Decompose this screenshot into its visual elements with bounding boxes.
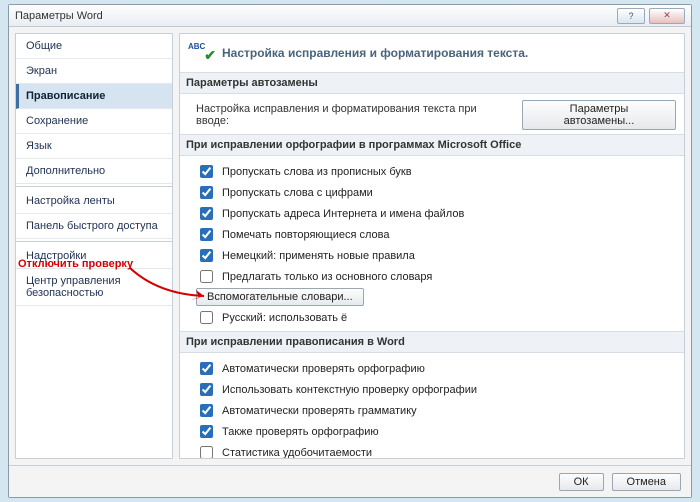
sidebar-item-general[interactable]: Общие xyxy=(16,34,172,59)
close-button[interactable]: ✕ xyxy=(649,8,685,24)
chk-uppercase-words-label: Пропускать слова из прописных букв xyxy=(222,166,412,178)
titlebar: Параметры Word ? ✕ xyxy=(9,5,691,27)
chk-words-with-numbers-label: Пропускать слова с цифрами xyxy=(222,187,373,199)
chk-also-spell-label: Также проверять орфографию xyxy=(222,426,379,438)
chk-russian-yo[interactable] xyxy=(200,311,213,324)
help-button[interactable]: ? xyxy=(617,8,645,24)
chk-uppercase-words[interactable] xyxy=(200,165,213,178)
window-title: Параметры Word xyxy=(15,10,103,22)
chk-contextual-spell[interactable] xyxy=(200,383,213,396)
chk-german-rules[interactable] xyxy=(200,249,213,262)
category-sidebar: Общие Экран Правописание Сохранение Язык… xyxy=(15,33,173,459)
page-heading: Настройка исправления и форматирования т… xyxy=(222,46,528,60)
ok-button[interactable]: ОК xyxy=(559,473,604,491)
sidebar-item-qat[interactable]: Панель быстрого доступа xyxy=(16,214,172,239)
chk-main-dictionary-only-label: Предлагать только из основного словаря xyxy=(222,271,432,283)
content-pane: ABC✔ Настройка исправления и форматирова… xyxy=(179,33,685,459)
sidebar-item-ribbon[interactable]: Настройка ленты xyxy=(16,186,172,214)
chk-also-spell[interactable] xyxy=(200,425,213,438)
section-office-spelling-title: При исправлении орфографии в программах … xyxy=(180,134,684,156)
chk-readability-stats-label: Статистика удобочитаемости xyxy=(222,447,372,459)
chk-auto-spell[interactable] xyxy=(200,362,213,375)
annotation-disable-check: Отключить проверку xyxy=(18,258,133,270)
chk-russian-yo-label: Русский: использовать ё xyxy=(222,312,347,324)
chk-internet-addresses-label: Пропускать адреса Интернета и имена файл… xyxy=(222,208,464,220)
chk-auto-grammar[interactable] xyxy=(200,404,213,417)
sidebar-item-proofing[interactable]: Правописание xyxy=(16,84,172,109)
chk-german-rules-label: Немецкий: применять новые правила xyxy=(222,250,415,262)
sidebar-item-display[interactable]: Экран xyxy=(16,59,172,84)
chk-readability-stats[interactable] xyxy=(200,446,213,459)
chk-internet-addresses[interactable] xyxy=(200,207,213,220)
sidebar-item-advanced[interactable]: Дополнительно xyxy=(16,159,172,184)
sidebar-item-language[interactable]: Язык xyxy=(16,134,172,159)
abc-check-icon: ABC✔ xyxy=(188,42,216,64)
sidebar-item-trust[interactable]: Центр управления безопасностью xyxy=(16,269,172,306)
chk-auto-spell-label: Автоматически проверять орфографию xyxy=(222,363,425,375)
section-autocorrect-title: Параметры автозамены xyxy=(180,72,684,94)
sidebar-item-save[interactable]: Сохранение xyxy=(16,109,172,134)
chk-repeated-words[interactable] xyxy=(200,228,213,241)
chk-contextual-spell-label: Использовать контекстную проверку орфогр… xyxy=(222,384,477,396)
custom-dictionaries-button[interactable]: Вспомогательные словари... xyxy=(196,288,364,306)
dialog-footer: ОК Отмена xyxy=(9,465,691,497)
chk-repeated-words-label: Помечать повторяющиеся слова xyxy=(222,229,390,241)
cancel-button[interactable]: Отмена xyxy=(612,473,681,491)
chk-main-dictionary-only[interactable] xyxy=(200,270,213,283)
chk-auto-grammar-label: Автоматически проверять грамматику xyxy=(222,405,417,417)
autocorrect-label: Настройка исправления и форматирования т… xyxy=(196,103,512,127)
section-word-proofing-title: При исправлении правописания в Word xyxy=(180,331,684,353)
chk-words-with-numbers[interactable] xyxy=(200,186,213,199)
autocorrect-options-button[interactable]: Параметры автозамены... xyxy=(522,100,676,130)
options-dialog: Параметры Word ? ✕ Общие Экран Правописа… xyxy=(8,4,692,498)
